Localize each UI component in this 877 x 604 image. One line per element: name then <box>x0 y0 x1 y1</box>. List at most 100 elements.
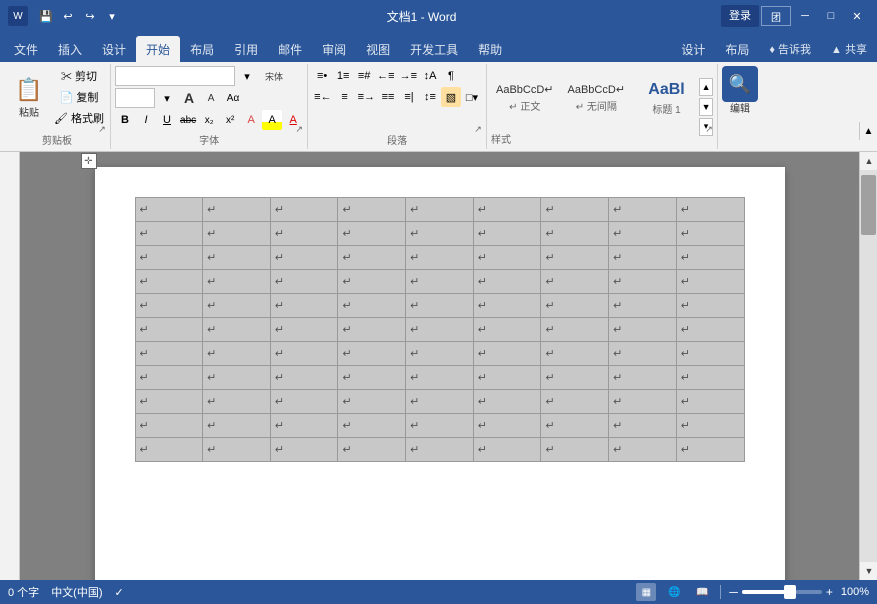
table-cell: ↵ <box>609 246 677 270</box>
tab-references[interactable]: 引用 <box>224 36 268 62</box>
redo-button[interactable]: ↪ <box>80 6 100 26</box>
font-size-dropdown[interactable]: ▾ <box>157 88 177 108</box>
paragraph-group: ≡• 1≡ ≡# ←≡ →≡ ↕A ¶ ≡← ≡ ≡→ ≡≡ ≡| ↕≡ ▧ □… <box>308 64 487 149</box>
strikethrough-button[interactable]: abc <box>178 110 198 130</box>
underline-button[interactable]: U <box>157 110 177 130</box>
table-cell: ↵ <box>406 414 474 438</box>
table-cell: ↵ <box>338 222 406 246</box>
tab-mailings[interactable]: 邮件 <box>268 36 312 62</box>
table-cell: ↵ <box>541 318 609 342</box>
format-clear-button[interactable]: A <box>241 110 261 130</box>
bold-button[interactable]: B <box>115 110 135 130</box>
zoom-out-button[interactable]: ─ <box>729 585 738 599</box>
login-button[interactable]: 登录 <box>721 5 759 27</box>
shading-button[interactable]: ▧ <box>441 87 461 107</box>
restore-button[interactable]: □ <box>819 4 843 28</box>
undo-button[interactable]: ↩ <box>58 6 78 26</box>
font-size-input[interactable] <box>115 88 155 108</box>
tab-design2[interactable]: 设计 <box>671 36 715 62</box>
table-cell: ↵ <box>609 198 677 222</box>
justify-button[interactable]: ≡≡ <box>378 87 398 107</box>
scroll-track[interactable] <box>860 170 877 562</box>
line-spacing-button[interactable]: ↕≡ <box>420 87 440 107</box>
borders-button[interactable]: □▾ <box>462 87 482 107</box>
cut-button[interactable]: ✂ 剪切 <box>52 66 106 86</box>
paste-button[interactable]: 📋 粘贴 <box>8 66 50 128</box>
style-heading1[interactable]: AaBl 标题 1 <box>634 67 699 129</box>
tab-design[interactable]: 设计 <box>92 36 136 62</box>
text-highlight-button[interactable]: A <box>262 110 282 130</box>
styles-scroll-down[interactable]: ▼ <box>699 98 713 116</box>
numbering-button[interactable]: 1≡ <box>333 66 353 86</box>
tab-developer[interactable]: 开发工具 <box>400 36 468 62</box>
tab-review[interactable]: 审阅 <box>312 36 356 62</box>
content-area: ✛ ↵↵↵↵↵↵↵↵↵↵↵↵↵↵↵↵↵↵↵↵↵↵↵↵↵↵↵↵↵↵↵↵↵↵↵↵↵↵… <box>0 152 877 580</box>
table-cell: ↵ <box>203 342 271 366</box>
tab-file[interactable]: 文件 <box>4 36 48 62</box>
print-layout-button[interactable]: ▦ <box>636 583 656 601</box>
scroll-down-button[interactable]: ▼ <box>860 562 877 580</box>
font-expand[interactable]: ↗ <box>293 123 305 135</box>
font-shrink-button[interactable]: A <box>201 88 221 108</box>
align-left-button[interactable]: ≡← <box>312 87 333 107</box>
font-name-dropdown[interactable]: ▾ <box>237 66 257 86</box>
web-layout-button[interactable]: 🌐 <box>664 583 684 601</box>
tell-me-button[interactable]: ♦ 告诉我 <box>759 36 821 62</box>
tab-layout[interactable]: 布局 <box>180 36 224 62</box>
style-no-spacing-preview: AaBbCcD↵ <box>568 83 626 96</box>
paragraph-expand[interactable]: ↗ <box>472 123 484 135</box>
zoom-slider[interactable]: ─ + <box>729 585 833 599</box>
zoom-in-button[interactable]: + <box>826 585 833 599</box>
distribute-button[interactable]: ≡| <box>399 87 419 107</box>
table-cell: ↵ <box>473 342 541 366</box>
table-cell: ↵ <box>473 414 541 438</box>
tab-help[interactable]: 帮助 <box>468 36 512 62</box>
tab-view[interactable]: 视图 <box>356 36 400 62</box>
copy-button[interactable]: 📄 复制 <box>52 87 106 107</box>
superscript-button[interactable]: x² <box>220 110 240 130</box>
table-cell: ↵ <box>135 270 203 294</box>
scroll-thumb[interactable] <box>861 175 876 235</box>
align-center-button[interactable]: ≡ <box>335 87 355 107</box>
table-cell: ↵ <box>406 438 474 462</box>
scroll-up-button[interactable]: ▲ <box>860 152 877 170</box>
minimize-button[interactable]: ─ <box>793 4 817 28</box>
subscript-button[interactable]: x₂ <box>199 110 219 130</box>
save-button[interactable]: 💾 <box>36 6 56 26</box>
ribbon-collapse-button[interactable]: ▲ <box>859 122 877 140</box>
font-grow-button[interactable]: A <box>179 88 199 108</box>
search-button[interactable]: 🔍 <box>722 66 758 102</box>
ribbon-toggle-button[interactable]: 团 <box>761 6 791 26</box>
italic-button[interactable]: I <box>136 110 156 130</box>
table-cell: ↵ <box>135 222 203 246</box>
share-button[interactable]: ▲ 共享 <box>821 36 877 62</box>
styles-scroll-up[interactable]: ▲ <box>699 78 713 96</box>
style-normal-name: ↵ 正文 <box>509 98 540 113</box>
read-mode-button[interactable]: 📖 <box>692 583 712 601</box>
tab-layout2[interactable]: 布局 <box>715 36 759 62</box>
decrease-indent-button[interactable]: ←≡ <box>375 66 396 86</box>
customize-button[interactable]: ▾ <box>102 6 122 26</box>
tab-insert[interactable]: 插入 <box>48 36 92 62</box>
table-cell: ↵ <box>406 246 474 270</box>
increase-indent-button[interactable]: →≡ <box>398 66 419 86</box>
table-cell: ↵ <box>676 270 744 294</box>
font-name-input[interactable] <box>115 66 235 86</box>
multilevel-list-button[interactable]: ≡# <box>354 66 374 86</box>
style-no-spacing[interactable]: AaBbCcD↵ ↵ 无间隔 <box>563 67 631 129</box>
close-button[interactable]: ✕ <box>845 4 869 28</box>
tab-home[interactable]: 开始 <box>136 36 180 62</box>
zoom-thumb[interactable] <box>784 585 796 599</box>
sort-button[interactable]: ↕A <box>420 66 440 86</box>
styles-expand-btn[interactable]: ↗ <box>703 123 715 135</box>
change-case-button[interactable]: Aα <box>223 88 243 108</box>
align-right-button[interactable]: ≡→ <box>356 87 377 107</box>
table-cell: ↵ <box>676 438 744 462</box>
table-move-handle[interactable]: ✛ <box>81 153 97 169</box>
zoom-percent[interactable]: 100% <box>841 586 869 598</box>
zoom-track[interactable] <box>742 590 822 594</box>
style-normal[interactable]: AaBbCcD↵ ↵ 正文 <box>491 67 559 129</box>
show-formatting-button[interactable]: ¶ <box>441 66 461 86</box>
clipboard-expand[interactable]: ↗ <box>96 123 108 135</box>
bullets-button[interactable]: ≡• <box>312 66 332 86</box>
